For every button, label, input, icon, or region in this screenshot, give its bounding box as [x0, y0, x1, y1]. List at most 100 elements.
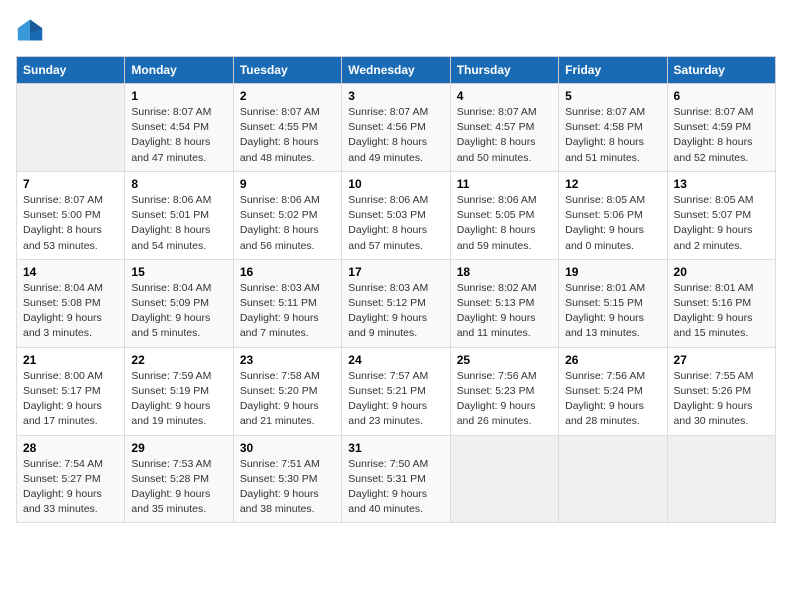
day-cell: 3 Sunrise: 8:07 AMSunset: 4:56 PMDaylight… [342, 84, 450, 172]
day-number: 23 [240, 353, 335, 367]
day-number: 17 [348, 265, 443, 279]
logo [16, 16, 48, 44]
day-info: Sunrise: 8:07 AMSunset: 4:57 PMDaylight:… [457, 105, 552, 166]
day-number: 1 [131, 89, 226, 103]
day-number: 16 [240, 265, 335, 279]
week-row-5: 28 Sunrise: 7:54 AMSunset: 5:27 PMDayligh… [17, 435, 776, 523]
day-cell: 25Sunrise: 7:56 AMSunset: 5:23 PMDayligh… [450, 347, 558, 435]
day-cell [450, 435, 558, 523]
day-number: 9 [240, 177, 335, 191]
day-cell: 27 Sunrise: 7:55 AMSunset: 5:26 PMDayligh… [667, 347, 775, 435]
day-number: 21 [23, 353, 118, 367]
day-number: 29 [131, 441, 226, 455]
week-row-1: 1 Sunrise: 8:07 AMSunset: 4:54 PMDaylight… [17, 84, 776, 172]
day-cell: 9 Sunrise: 8:06 AMSunset: 5:02 PMDaylight… [233, 171, 341, 259]
day-info: Sunrise: 8:01 AMSunset: 5:16 PMDaylight:… [674, 281, 769, 342]
day-cell [17, 84, 125, 172]
day-info: Sunrise: 8:01 AMSunset: 5:15 PMDaylight:… [565, 281, 660, 342]
day-number: 4 [457, 89, 552, 103]
day-number: 20 [674, 265, 769, 279]
header-day-friday: Friday [559, 57, 667, 84]
day-info: Sunrise: 8:07 AMSunset: 4:58 PMDaylight:… [565, 105, 660, 166]
day-number: 22 [131, 353, 226, 367]
day-number: 19 [565, 265, 660, 279]
day-number: 30 [240, 441, 335, 455]
day-number: 18 [457, 265, 552, 279]
day-info: Sunrise: 8:06 AMSunset: 5:02 PMDaylight:… [240, 193, 335, 254]
day-number: 2 [240, 89, 335, 103]
day-cell: 5 Sunrise: 8:07 AMSunset: 4:58 PMDaylight… [559, 84, 667, 172]
day-cell: 1 Sunrise: 8:07 AMSunset: 4:54 PMDaylight… [125, 84, 233, 172]
week-row-4: 21 Sunrise: 8:00 AMSunset: 5:17 PMDayligh… [17, 347, 776, 435]
day-number: 25 [457, 353, 552, 367]
day-cell: 14 Sunrise: 8:04 AMSunset: 5:08 PMDayligh… [17, 259, 125, 347]
day-info: Sunrise: 8:03 AMSunset: 5:11 PMDaylight:… [240, 281, 335, 342]
calendar-table: SundayMondayTuesdayWednesdayThursdayFrid… [16, 56, 776, 523]
day-info: Sunrise: 7:54 AMSunset: 5:27 PMDaylight:… [23, 457, 118, 518]
day-number: 12 [565, 177, 660, 191]
day-cell: 7Sunrise: 8:07 AMSunset: 5:00 PMDaylight… [17, 171, 125, 259]
day-number: 24 [348, 353, 443, 367]
day-cell [667, 435, 775, 523]
header-day-thursday: Thursday [450, 57, 558, 84]
day-cell: 23 Sunrise: 7:58 AMSunset: 5:20 PMDayligh… [233, 347, 341, 435]
week-row-3: 14 Sunrise: 8:04 AMSunset: 5:08 PMDayligh… [17, 259, 776, 347]
day-number: 8 [131, 177, 226, 191]
header-row: SundayMondayTuesdayWednesdayThursdayFrid… [17, 57, 776, 84]
day-number: 11 [457, 177, 552, 191]
day-cell: 16 Sunrise: 8:03 AMSunset: 5:11 PMDayligh… [233, 259, 341, 347]
day-cell: 8 Sunrise: 8:06 AMSunset: 5:01 PMDaylight… [125, 171, 233, 259]
day-cell: 21 Sunrise: 8:00 AMSunset: 5:17 PMDayligh… [17, 347, 125, 435]
day-info: Sunrise: 8:07 AMSunset: 4:56 PMDaylight:… [348, 105, 443, 166]
day-number: 10 [348, 177, 443, 191]
day-info: Sunrise: 7:56 AMSunset: 5:24 PMDaylight:… [565, 369, 660, 430]
day-cell: 10Sunrise: 8:06 AMSunset: 5:03 PMDayligh… [342, 171, 450, 259]
day-info: Sunrise: 8:07 AMSunset: 5:00 PMDaylight:… [23, 193, 118, 254]
day-cell: 29 Sunrise: 7:53 AMSunset: 5:28 PMDayligh… [125, 435, 233, 523]
day-cell: 22 Sunrise: 7:59 AMSunset: 5:19 PMDayligh… [125, 347, 233, 435]
day-number: 14 [23, 265, 118, 279]
header-day-saturday: Saturday [667, 57, 775, 84]
day-number: 27 [674, 353, 769, 367]
day-number: 31 [348, 441, 443, 455]
day-info: Sunrise: 8:06 AMSunset: 5:01 PMDaylight:… [131, 193, 226, 254]
day-cell: 17Sunrise: 8:03 AMSunset: 5:12 PMDayligh… [342, 259, 450, 347]
day-info: Sunrise: 8:07 AMSunset: 4:59 PMDaylight:… [674, 105, 769, 166]
day-info: Sunrise: 7:53 AMSunset: 5:28 PMDaylight:… [131, 457, 226, 518]
day-cell: 12 Sunrise: 8:05 AMSunset: 5:06 PMDayligh… [559, 171, 667, 259]
day-info: Sunrise: 7:59 AMSunset: 5:19 PMDaylight:… [131, 369, 226, 430]
day-info: Sunrise: 8:04 AMSunset: 5:08 PMDaylight:… [23, 281, 118, 342]
day-cell: 31 Sunrise: 7:50 AMSunset: 5:31 PMDayligh… [342, 435, 450, 523]
week-row-2: 7Sunrise: 8:07 AMSunset: 5:00 PMDaylight… [17, 171, 776, 259]
day-cell: 26 Sunrise: 7:56 AMSunset: 5:24 PMDayligh… [559, 347, 667, 435]
day-info: Sunrise: 7:50 AMSunset: 5:31 PMDaylight:… [348, 457, 443, 518]
day-info: Sunrise: 7:58 AMSunset: 5:20 PMDaylight:… [240, 369, 335, 430]
day-info: Sunrise: 7:51 AMSunset: 5:30 PMDaylight:… [240, 457, 335, 518]
day-info: Sunrise: 8:07 AMSunset: 4:54 PMDaylight:… [131, 105, 226, 166]
day-cell: 4 Sunrise: 8:07 AMSunset: 4:57 PMDaylight… [450, 84, 558, 172]
day-cell: 13Sunrise: 8:05 AMSunset: 5:07 PMDayligh… [667, 171, 775, 259]
day-cell: 20 Sunrise: 8:01 AMSunset: 5:16 PMDayligh… [667, 259, 775, 347]
header-day-wednesday: Wednesday [342, 57, 450, 84]
day-cell: 2Sunrise: 8:07 AMSunset: 4:55 PMDaylight… [233, 84, 341, 172]
day-number: 6 [674, 89, 769, 103]
day-info: Sunrise: 8:02 AMSunset: 5:13 PMDaylight:… [457, 281, 552, 342]
page-header [16, 16, 776, 44]
calendar-header: SundayMondayTuesdayWednesdayThursdayFrid… [17, 57, 776, 84]
day-info: Sunrise: 7:57 AMSunset: 5:21 PMDaylight:… [348, 369, 443, 430]
day-cell: 28 Sunrise: 7:54 AMSunset: 5:27 PMDayligh… [17, 435, 125, 523]
day-info: Sunrise: 8:06 AMSunset: 5:05 PMDaylight:… [457, 193, 552, 254]
day-info: Sunrise: 8:05 AMSunset: 5:06 PMDaylight:… [565, 193, 660, 254]
day-cell: 19 Sunrise: 8:01 AMSunset: 5:15 PMDayligh… [559, 259, 667, 347]
header-day-tuesday: Tuesday [233, 57, 341, 84]
day-cell: 15Sunrise: 8:04 AMSunset: 5:09 PMDayligh… [125, 259, 233, 347]
day-number: 3 [348, 89, 443, 103]
calendar-body: 1 Sunrise: 8:07 AMSunset: 4:54 PMDaylight… [17, 84, 776, 523]
day-number: 26 [565, 353, 660, 367]
day-info: Sunrise: 8:00 AMSunset: 5:17 PMDaylight:… [23, 369, 118, 430]
day-number: 5 [565, 89, 660, 103]
day-number: 28 [23, 441, 118, 455]
day-info: Sunrise: 7:55 AMSunset: 5:26 PMDaylight:… [674, 369, 769, 430]
day-cell [559, 435, 667, 523]
day-cell: 18 Sunrise: 8:02 AMSunset: 5:13 PMDayligh… [450, 259, 558, 347]
